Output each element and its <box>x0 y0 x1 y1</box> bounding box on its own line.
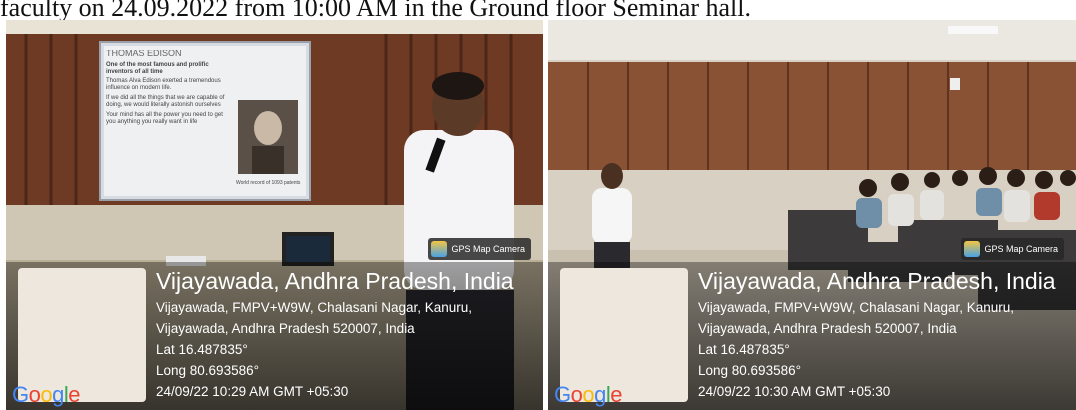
geotag-longitude: Long 80.693586° <box>698 363 801 378</box>
geotag-longitude: Long 80.693586° <box>156 363 259 378</box>
geotag-text: Vijayawada, Andhra Pradesh, India Vijaya… <box>156 268 514 402</box>
gps-map-camera-badge: GPS Map Camera <box>428 238 531 260</box>
geotag-city: Vijayawada, Andhra Pradesh, India <box>156 268 514 294</box>
geotag-timestamp: 24/09/22 10:30 AM GMT +05:30 <box>698 384 891 399</box>
gps-map-camera-badge: GPS Map Camera <box>961 238 1064 260</box>
badge-label: GPS Map Camera <box>451 244 525 254</box>
geotag-city: Vijayawada, Andhra Pradesh, India <box>698 268 1056 294</box>
slide-bullet-2: If we did all the things that we are cap… <box>106 95 225 108</box>
slide-bullet-1-sub: Thomas Alva Edison exerted a tremendous … <box>106 78 221 91</box>
geotag-timestamp: 24/09/22 10:29 AM GMT +05:30 <box>156 384 349 399</box>
projector-slide: THOMAS EDISON One of the most famous and… <box>106 50 304 195</box>
google-logo: Google <box>12 382 81 407</box>
google-logo: Google <box>554 382 623 407</box>
slide-bullet-3: Your mind has all the power you need to … <box>106 112 223 125</box>
geotag-address-2: Vijayawada, Andhra Pradesh 520007, India <box>698 321 957 336</box>
seminar-photo-audience: GPS Map Camera Google Vijayawada, Andhra… <box>548 20 1076 410</box>
geotag-overlay: Google Vijayawada, Andhra Pradesh, India… <box>548 262 1076 410</box>
camera-icon <box>964 241 981 257</box>
geotag-text: Vijayawada, Andhra Pradesh, India Vijaya… <box>698 268 1056 402</box>
slide-portrait-caption: World record of 1093 patents <box>236 180 301 186</box>
badge-label: GPS Map Camera <box>984 244 1058 254</box>
geotag-overlay: Google Vijayawada, Andhra Pradesh, India… <box>6 262 543 410</box>
geotag-address-2: Vijayawada, Andhra Pradesh 520007, India <box>156 321 415 336</box>
slide-title: THOMAS EDISON <box>106 50 182 58</box>
geotag-address-1: Vijayawada, FMPV+W9W, Chalasani Nagar, K… <box>698 300 1015 315</box>
geotag-address-1: Vijayawada, FMPV+W9W, Chalasani Nagar, K… <box>156 300 473 315</box>
geotag-latitude: Lat 16.487835° <box>698 342 790 357</box>
geotag-latitude: Lat 16.487835° <box>156 342 248 357</box>
seminar-photo-speaker: GPS Map Camera Google Vijayawada, Andhra… <box>6 20 543 410</box>
slide-bullet-1: One of the most famous and prolific inve… <box>106 62 209 75</box>
camera-icon <box>431 241 448 257</box>
